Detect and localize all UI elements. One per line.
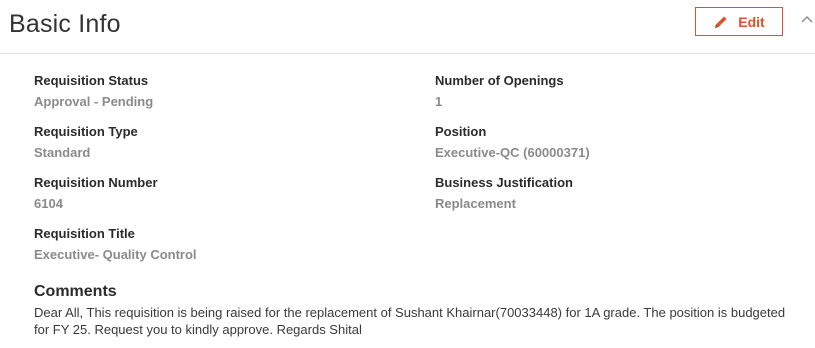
edit-button[interactable]: Edit bbox=[695, 7, 783, 36]
field-position: Position Executive-QC (60000371) bbox=[435, 123, 590, 162]
field-requisition-title: Requisition Title Executive- Quality Con… bbox=[34, 225, 197, 264]
field-label: Requisition Status bbox=[34, 73, 149, 88]
section-title: Basic Info bbox=[9, 10, 121, 38]
comments-section: Comments Dear All, This requisition is b… bbox=[34, 283, 799, 338]
field-value: Executive-QC (60000371) bbox=[435, 145, 590, 160]
basic-info-panel: Basic Info Edit Requisition Status Appro… bbox=[0, 0, 815, 348]
field-value: 6104 bbox=[34, 196, 63, 211]
field-value: Executive- Quality Control bbox=[34, 247, 197, 262]
field-label: Requisition Number bbox=[34, 175, 158, 190]
field-label: Requisition Type bbox=[34, 124, 138, 139]
comments-text: Dear All, This requisition is being rais… bbox=[34, 305, 786, 337]
field-label: Number of Openings bbox=[435, 73, 564, 88]
field-number-of-openings: Number of Openings 1 bbox=[435, 72, 564, 111]
edit-button-label: Edit bbox=[738, 13, 765, 30]
field-value: Approval - Pending bbox=[34, 94, 154, 109]
field-business-justification: Business Justification Replacement bbox=[435, 174, 573, 213]
section-header: Basic Info Edit bbox=[0, 0, 815, 54]
field-requisition-status: Requisition Status Approval - Pending bbox=[34, 72, 153, 111]
field-value: Standard bbox=[34, 145, 91, 160]
field-value: Replacement bbox=[435, 196, 516, 211]
field-label: Business Justification bbox=[435, 175, 573, 190]
pencil-icon bbox=[713, 14, 729, 30]
field-requisition-number: Requisition Number 6104 bbox=[34, 174, 158, 213]
field-value: 1 bbox=[435, 94, 443, 109]
field-label: Position bbox=[435, 124, 487, 139]
field-requisition-type: Requisition Type Standard bbox=[34, 123, 138, 162]
comments-label: Comments bbox=[34, 283, 117, 300]
field-label: Requisition Title bbox=[34, 226, 135, 241]
chevron-up-icon[interactable] bbox=[800, 13, 814, 27]
